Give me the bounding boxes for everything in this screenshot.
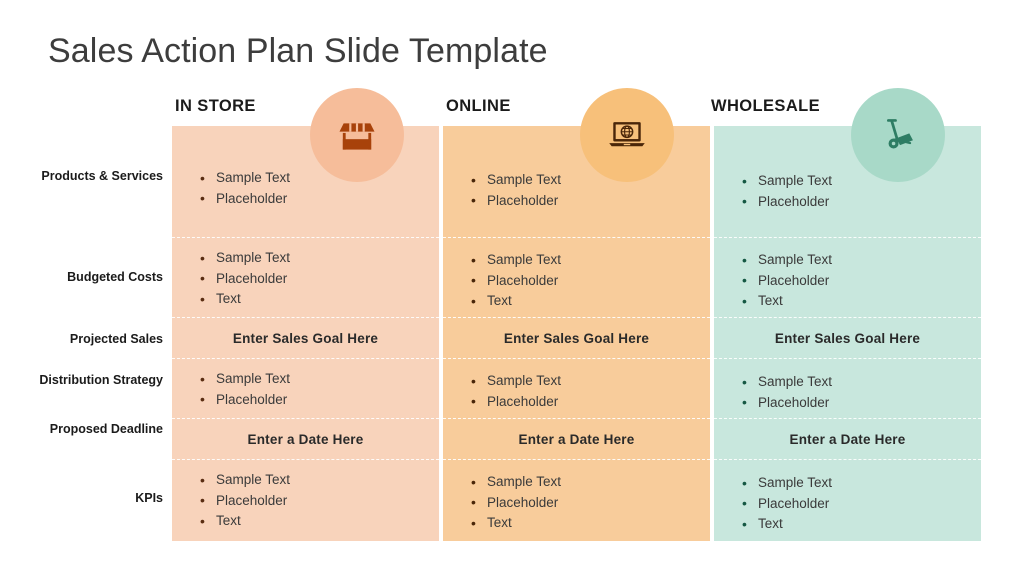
list-item: Placeholder xyxy=(200,188,439,210)
cell-distribution-strategy-in-store: Sample Text Placeholder xyxy=(172,369,439,410)
list-item: Text xyxy=(742,291,981,312)
cell-budgeted-costs-online: Sample Text Placeholder Text xyxy=(443,250,710,312)
list-item: Text xyxy=(200,511,439,532)
row-divider xyxy=(172,317,439,318)
list-item: Sample Text xyxy=(742,473,981,494)
cell-products-services-wholesale: Sample Text Placeholder xyxy=(714,171,981,212)
cell-budgeted-costs-wholesale: Sample Text Placeholder Text xyxy=(714,250,981,312)
list-item: Sample Text xyxy=(200,248,439,269)
column-header-online: ONLINE xyxy=(446,97,511,115)
list-item: Text xyxy=(742,514,981,535)
row-divider xyxy=(172,237,439,238)
row-divider xyxy=(443,237,710,238)
list-item: Text xyxy=(471,513,710,534)
cell-proposed-deadline-in-store: Enter a Date Here xyxy=(247,432,364,447)
row-label-projected-sales: Projected Sales xyxy=(69,332,163,346)
row-divider xyxy=(172,459,439,460)
cell-projected-sales-in-store: Enter Sales Goal Here xyxy=(232,331,379,346)
cell-budgeted-costs-in-store: Sample Text Placeholder Text xyxy=(172,248,439,310)
row-divider xyxy=(714,317,981,318)
bullet-list: Sample Text Placeholder Text xyxy=(443,250,710,312)
page-title: Sales Action Plan Slide Template xyxy=(48,32,548,70)
list-item: Placeholder xyxy=(200,490,439,512)
column-icon-badge-online xyxy=(580,88,674,182)
slide-canvas: Sales Action Plan Slide Template IN STOR… xyxy=(0,0,1024,576)
bullet-list: Sample Text Placeholder xyxy=(172,369,439,410)
list-item: Placeholder xyxy=(742,270,981,292)
cell-projected-sales-wholesale: Enter Sales Goal Here xyxy=(774,331,921,346)
list-item: Sample Text xyxy=(471,472,710,493)
row-divider xyxy=(714,358,981,359)
list-item: Sample Text xyxy=(471,170,710,191)
list-item: Sample Text xyxy=(471,371,710,392)
list-item: Placeholder xyxy=(742,392,981,414)
bullet-list: Sample Text Placeholder Text xyxy=(714,473,981,535)
cell-products-services-online: Sample Text Placeholder xyxy=(443,170,710,211)
list-item: Placeholder xyxy=(471,492,710,514)
bullet-list: Sample Text Placeholder xyxy=(443,371,710,412)
bullet-list: Sample Text Placeholder Text xyxy=(172,248,439,310)
list-item: Placeholder xyxy=(200,389,439,411)
row-divider xyxy=(443,358,710,359)
bullet-list: Sample Text Placeholder Text xyxy=(443,472,710,534)
cell-kpis-online: Sample Text Placeholder Text xyxy=(443,472,710,534)
list-item: Sample Text xyxy=(200,369,439,390)
row-divider xyxy=(172,358,439,359)
row-divider xyxy=(172,418,439,419)
row-divider xyxy=(714,237,981,238)
column-icon-badge-wholesale xyxy=(851,88,945,182)
row-label-kpis: KPIs xyxy=(135,491,163,505)
row-label-products-services: Products & Services xyxy=(41,169,163,183)
list-item: Sample Text xyxy=(200,168,439,189)
column-header-in-store: IN STORE xyxy=(175,97,256,115)
row-divider xyxy=(443,418,710,419)
row-divider xyxy=(443,317,710,318)
cell-products-services-in-store: Sample Text Placeholder xyxy=(172,168,439,209)
bullet-list: Sample Text Placeholder xyxy=(172,168,439,209)
bullet-list: Sample Text Placeholder Text xyxy=(714,250,981,312)
row-label-proposed-deadline: Proposed Deadline xyxy=(49,422,163,436)
row-label-budgeted-costs: Budgeted Costs xyxy=(67,270,163,284)
list-item: Placeholder xyxy=(471,190,710,212)
list-item: Sample Text xyxy=(742,372,981,393)
cell-kpis-wholesale: Sample Text Placeholder Text xyxy=(714,473,981,535)
list-item: Placeholder xyxy=(742,493,981,515)
column-header-wholesale: WHOLESALE xyxy=(711,97,821,115)
list-item: Placeholder xyxy=(471,270,710,292)
row-divider xyxy=(443,459,710,460)
list-item: Text xyxy=(200,289,439,310)
list-item: Sample Text xyxy=(742,171,981,192)
cell-proposed-deadline-online: Enter a Date Here xyxy=(518,432,635,447)
cell-projected-sales-online: Enter Sales Goal Here xyxy=(503,331,650,346)
cell-kpis-in-store: Sample Text Placeholder Text xyxy=(172,470,439,532)
row-label-distribution-strategy: Distribution Strategy xyxy=(39,373,163,387)
market-stall-icon xyxy=(337,115,377,155)
list-item: Placeholder xyxy=(471,391,710,413)
list-item: Sample Text xyxy=(200,470,439,491)
list-item: Text xyxy=(471,291,710,312)
cell-distribution-strategy-online: Sample Text Placeholder xyxy=(443,371,710,412)
cell-proposed-deadline-wholesale: Enter a Date Here xyxy=(789,432,906,447)
list-item: Placeholder xyxy=(200,268,439,290)
bullet-list: Sample Text Placeholder xyxy=(714,372,981,413)
row-divider xyxy=(714,459,981,460)
laptop-globe-icon xyxy=(606,114,648,156)
hand-truck-icon xyxy=(877,114,919,156)
bullet-list: Sample Text Placeholder xyxy=(443,170,710,211)
list-item: Placeholder xyxy=(742,191,981,213)
row-divider xyxy=(714,418,981,419)
column-icon-badge-in-store xyxy=(310,88,404,182)
bullet-list: Sample Text Placeholder xyxy=(714,171,981,212)
list-item: Sample Text xyxy=(471,250,710,271)
cell-distribution-strategy-wholesale: Sample Text Placeholder xyxy=(714,372,981,413)
list-item: Sample Text xyxy=(742,250,981,271)
bullet-list: Sample Text Placeholder Text xyxy=(172,470,439,532)
